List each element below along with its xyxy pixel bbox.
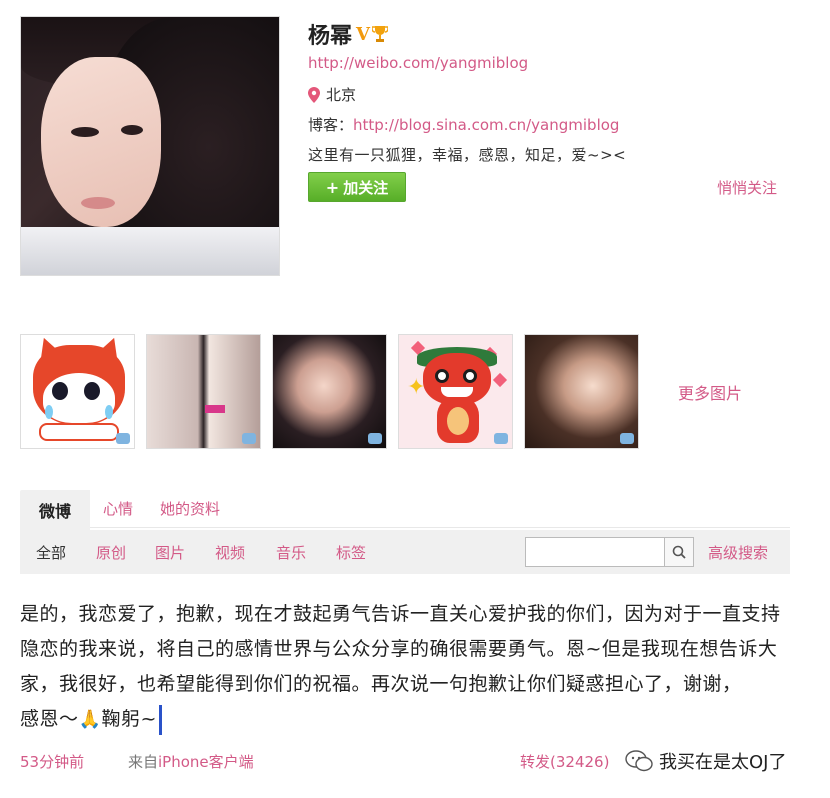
source-link[interactable]: iPhone客户端 bbox=[158, 753, 254, 771]
tab-her-profile[interactable]: 她的资料 bbox=[160, 498, 220, 519]
post-body: 是的，我恋爱了，抱歉，现在才鼓起勇气告诉一直关心爱护我的你们，因为对于一直支持隐… bbox=[20, 597, 790, 737]
photo-thumbnail[interactable] bbox=[524, 334, 639, 449]
filter-tags[interactable]: 标签 bbox=[336, 542, 366, 563]
follow-button-label: 加关注 bbox=[343, 178, 389, 197]
filter-all[interactable]: 全部 bbox=[36, 542, 66, 563]
photo-thumbnail[interactable] bbox=[272, 334, 387, 449]
location: 北京 bbox=[308, 84, 356, 105]
photo-thumbnail[interactable] bbox=[146, 334, 261, 449]
blog-label: 博客： bbox=[308, 116, 354, 134]
plus-icon: + bbox=[325, 177, 340, 197]
location-text: 北京 bbox=[326, 86, 357, 104]
search-button[interactable] bbox=[664, 537, 694, 567]
comment-bubble-icon bbox=[242, 433, 256, 444]
tab-weibo[interactable]: 微博 bbox=[20, 490, 90, 530]
quiet-follow-link[interactable]: 悄悄关注 bbox=[717, 177, 777, 198]
photo-thumbnail[interactable] bbox=[20, 334, 135, 449]
filter-videos[interactable]: 视频 bbox=[215, 542, 245, 563]
more-photos-link[interactable]: 更多图片 bbox=[678, 380, 742, 404]
location-pin-icon bbox=[308, 86, 320, 103]
search-icon bbox=[672, 545, 686, 559]
comment-bubble-icon bbox=[116, 433, 130, 444]
pray-hands-icon: 🙏 bbox=[78, 709, 102, 730]
post-time-link[interactable]: 53分钟前 bbox=[20, 751, 84, 772]
text-cursor bbox=[158, 704, 162, 735]
wechat-icon bbox=[625, 750, 653, 772]
post-text: 是的，我恋爱了，抱歉，现在才鼓起勇气告诉一直关心爱护我的你们，因为对于一直支持隐… bbox=[20, 603, 781, 695]
comment-bubble-icon bbox=[494, 433, 508, 444]
profile-bio: 这里有一只狐狸，幸福，感恩，知足，爱~>< bbox=[308, 146, 627, 164]
post-text-end: 感恩～ bbox=[20, 708, 79, 730]
post-text-bow: 鞠躬~ bbox=[101, 708, 157, 730]
source-prefix: 来自 bbox=[128, 753, 159, 771]
comment-bubble-icon bbox=[368, 433, 382, 444]
filter-music[interactable]: 音乐 bbox=[276, 542, 306, 563]
verified-badge-icon[interactable]: V bbox=[356, 24, 370, 45]
comment-bubble-icon bbox=[620, 433, 634, 444]
profile-name-text: 杨幂 bbox=[308, 24, 353, 49]
search-input[interactable] bbox=[525, 537, 665, 567]
follow-button[interactable]: + 加关注 bbox=[308, 172, 406, 202]
tab-bar bbox=[20, 488, 790, 528]
blog-url-link[interactable]: http://blog.sina.com.cn/yangmiblog bbox=[353, 116, 619, 134]
trophy-icon[interactable] bbox=[371, 25, 388, 43]
weibo-url-link[interactable]: http://weibo.com/yangmiblog bbox=[308, 54, 528, 72]
photo-thumbnail[interactable]: ✦ bbox=[398, 334, 513, 449]
advanced-search-link[interactable]: 高级搜索 bbox=[708, 542, 768, 563]
filter-original[interactable]: 原创 bbox=[96, 542, 126, 563]
filter-images[interactable]: 图片 bbox=[155, 542, 185, 563]
profile-avatar[interactable] bbox=[20, 16, 280, 276]
post-source: 来自iPhone客户端 bbox=[128, 751, 254, 772]
watermark: 我买在是太OJ了 bbox=[625, 748, 787, 774]
profile-name: 杨幂 V bbox=[308, 18, 388, 50]
forward-link[interactable]: 转发(32426) bbox=[520, 751, 609, 772]
tab-mood[interactable]: 心情 bbox=[103, 498, 133, 519]
blog-row: 博客：http://blog.sina.com.cn/yangmiblog bbox=[308, 114, 619, 135]
watermark-text: 我买在是太OJ了 bbox=[659, 752, 787, 773]
